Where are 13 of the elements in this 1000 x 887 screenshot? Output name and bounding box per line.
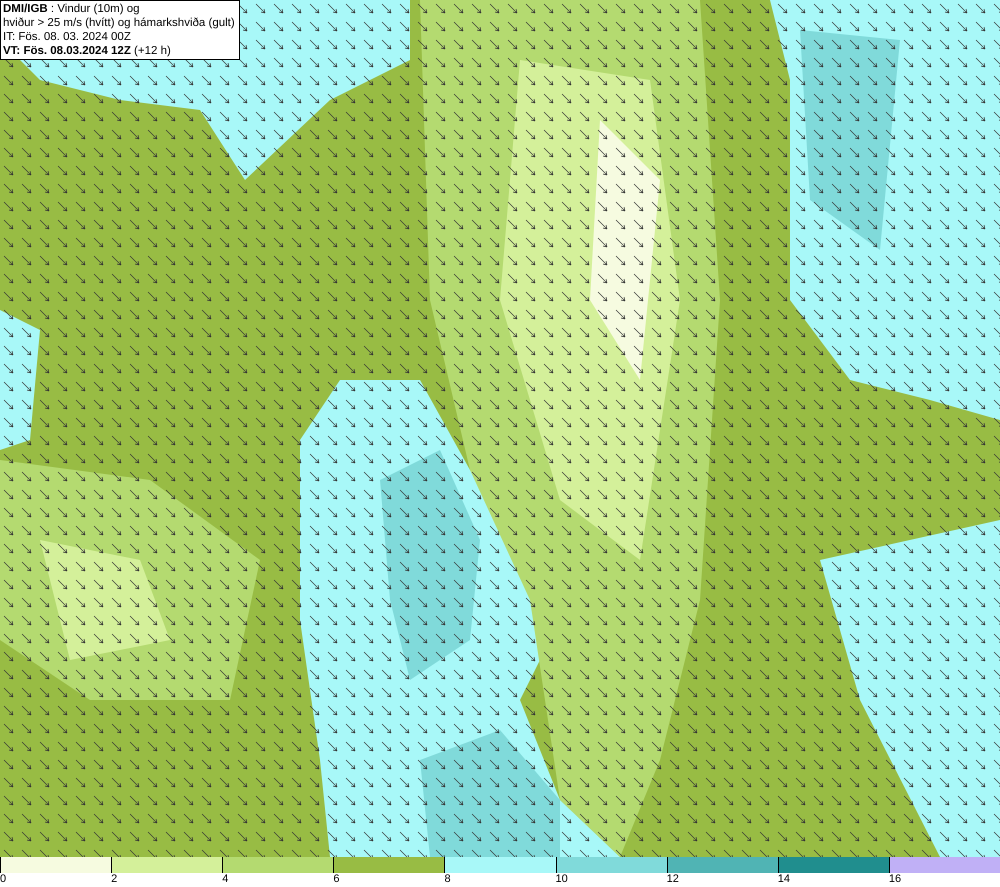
legend-label: 10 [556,873,568,886]
legend-label: 12 [666,873,679,886]
legend-label: 0 [0,873,6,886]
legend-label: 6 [333,873,340,886]
legend-label: 4 [222,873,228,886]
legend-label: 16 [888,873,902,886]
title-line: DMI/IGB : Vindur (10m) og [3,2,141,16]
title-line: IT: Fös. 08. 03. 2024 00Z [3,30,132,44]
legend-label: 8 [444,873,451,886]
legend-label: 14 [778,873,790,886]
title-line: hviður > 25 m/s (hvítt) og hámarkshviða (gult) [3,16,236,30]
legend-label: 2 [111,873,118,886]
title-line: VT: Fös. 08.03.2024 12Z (+12 h) [3,44,172,58]
